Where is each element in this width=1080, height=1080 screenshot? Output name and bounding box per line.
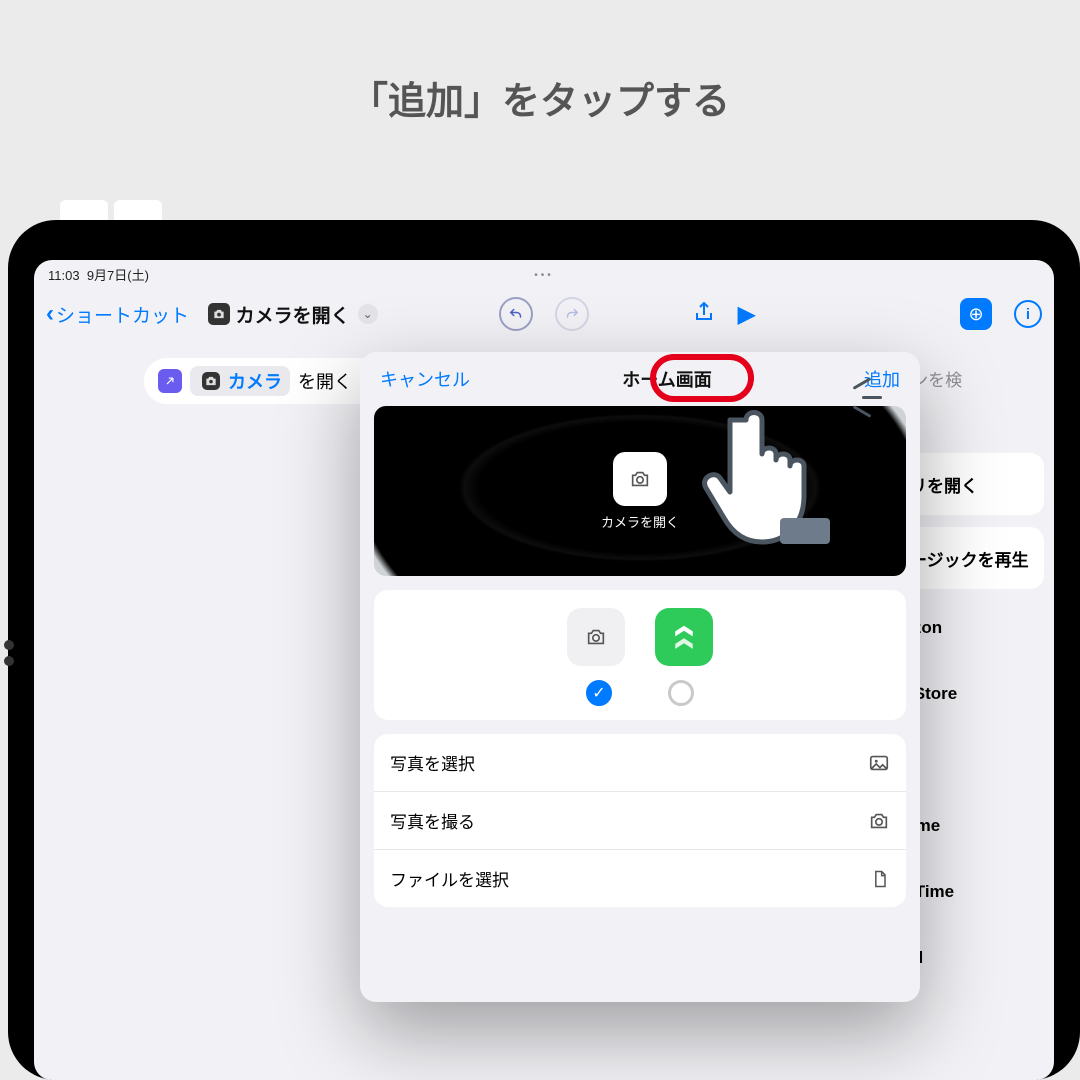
multitask-dots[interactable]: ••• — [534, 270, 554, 281]
redo-button[interactable] — [555, 297, 589, 331]
screen: 11:03 9月7日(土) ••• ‹ ショートカット カメラを開く ⌄ — [34, 260, 1054, 1080]
camera-icon — [208, 303, 230, 325]
option-take-photo[interactable]: 写真を撮る — [374, 792, 906, 850]
icon-picker: ✓ — [374, 590, 906, 720]
photo-source-options: 写真を選択 写真を撮る ファイルを選択 — [374, 734, 906, 907]
new-shortcut-button[interactable]: ⊕ — [960, 298, 992, 330]
icon-option-shortcut[interactable] — [655, 608, 713, 666]
option-choose-photo[interactable]: 写真を選択 — [374, 734, 906, 792]
option-label: 写真を撮る — [390, 808, 475, 833]
back-button[interactable]: ‹ ショートカット カメラを開く ⌄ — [46, 300, 378, 328]
file-icon — [870, 868, 890, 890]
camera-icon — [585, 626, 607, 648]
app-param[interactable]: カメラ — [190, 366, 290, 396]
radio-selected[interactable]: ✓ — [586, 680, 612, 706]
home-preview: カメラを開く — [374, 406, 906, 576]
add-to-home-modal: キャンセル ホーム画面 追加 カメラを開く ✓ — [360, 352, 920, 1002]
photo-icon — [868, 752, 890, 774]
chevron-down-icon[interactable]: ⌄ — [358, 304, 378, 324]
play-button[interactable]: ▶ — [738, 300, 756, 329]
status-bar: 11:03 9月7日(土) — [48, 265, 149, 284]
preview-label: カメラを開く — [601, 512, 679, 531]
undo-button[interactable] — [499, 297, 533, 331]
status-date: 9月7日(土) — [87, 268, 149, 283]
ipad-frame: 11:03 9月7日(土) ••• ‹ ショートカット カメラを開く ⌄ — [8, 220, 1080, 1080]
radio-unselected[interactable] — [668, 680, 694, 706]
instruction-text: 「追加」をタップする — [0, 70, 1080, 125]
chevron-left-icon: ‹ — [46, 300, 54, 328]
action-verb: を開く — [298, 368, 352, 394]
device-buttons — [4, 640, 14, 666]
icon-option-camera[interactable] — [567, 608, 625, 666]
option-label: ファイルを選択 — [390, 866, 509, 891]
camera-icon — [868, 810, 890, 832]
shortcut-icon — [669, 622, 699, 652]
back-label: ショートカット — [56, 301, 189, 328]
app-name: カメラ — [228, 368, 282, 394]
modal-title: ホーム画面 — [622, 366, 711, 392]
share-button[interactable] — [692, 300, 716, 329]
open-app-icon — [158, 369, 182, 393]
preview-app-icon — [613, 452, 667, 506]
option-label: 写真を選択 — [390, 750, 475, 775]
cancel-button[interactable]: キャンセル — [380, 366, 470, 392]
status-time: 11:03 — [48, 268, 80, 283]
shortcut-title: カメラを開く — [236, 301, 350, 328]
option-choose-file[interactable]: ファイルを選択 — [374, 850, 906, 907]
camera-icon — [202, 372, 220, 390]
info-button[interactable]: i — [1014, 300, 1042, 328]
navbar: ‹ ショートカット カメラを開く ⌄ ▶ ⊕ i — [34, 290, 1054, 338]
camera-icon — [629, 468, 651, 490]
